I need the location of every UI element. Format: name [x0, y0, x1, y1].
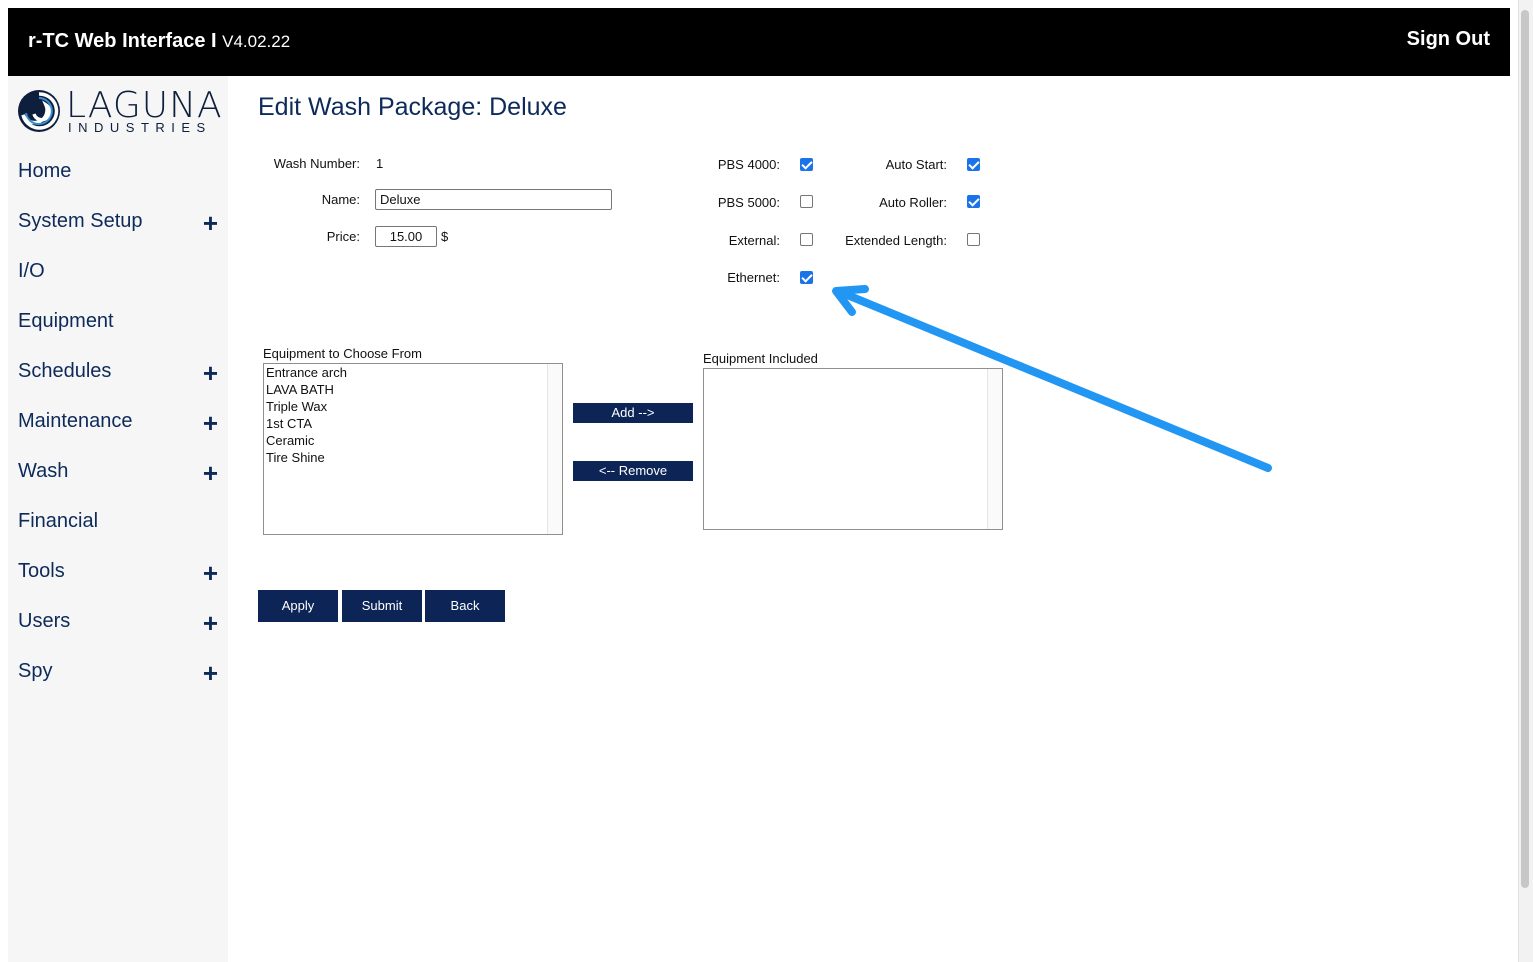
sidebar-item-label: I/O	[18, 260, 45, 282]
sidebar-item-label: Home	[18, 160, 72, 182]
sidebar-item-label: System Setup	[18, 210, 143, 232]
sidebar-item-financial[interactable]: Financial	[18, 510, 218, 540]
sidebar-item-label: Wash	[18, 460, 69, 482]
add-equipment-button[interactable]: Add -->	[573, 403, 693, 423]
swirl-logo-icon	[18, 90, 60, 132]
list-item[interactable]: Triple Wax	[266, 399, 327, 414]
top-bar: r-TC Web Interface I V4.02.22 Sign Out	[8, 8, 1510, 76]
pbs5000-checkbox[interactable]	[800, 195, 813, 208]
list-scrollbar[interactable]	[547, 364, 562, 534]
extended-length-label: Extended Length:	[845, 233, 947, 248]
sidebar-item-label: Equipment	[18, 310, 114, 332]
pbs4000-label: PBS 4000:	[717, 157, 780, 172]
expand-plus-icon[interactable]: +	[203, 660, 218, 686]
list-item[interactable]: Entrance arch	[266, 365, 347, 380]
sidebar-item-label: Maintenance	[18, 410, 133, 432]
name-input[interactable]	[375, 189, 612, 210]
back-button[interactable]: Back	[425, 590, 505, 622]
list-item[interactable]: Tire Shine	[266, 450, 325, 465]
price-unit: $	[441, 229, 449, 244]
sidebar-item-wash[interactable]: Wash +	[18, 460, 218, 490]
included-equipment-list[interactable]	[703, 368, 1003, 530]
auto-start-checkbox[interactable]	[967, 158, 980, 171]
sidebar-item-spy[interactable]: Spy +	[18, 660, 218, 690]
expand-plus-icon[interactable]: +	[203, 560, 218, 586]
available-equipment-list[interactable]: Entrance arch LAVA BATH Triple Wax 1st C…	[263, 363, 563, 535]
name-label: Name:	[321, 192, 360, 207]
logo-sub-text: INDUSTRIES	[68, 120, 212, 135]
app-version: V4.02.22	[222, 32, 291, 51]
window-scrollbar-thumb[interactable]	[1521, 10, 1529, 888]
sidebar-item-label: Financial	[18, 510, 99, 532]
list-item[interactable]: Ceramic	[266, 433, 314, 448]
sidebar-item-system-setup[interactable]: System Setup +	[18, 210, 218, 240]
available-equipment-caption: Equipment to Choose From	[263, 346, 422, 361]
list-item[interactable]: LAVA BATH	[266, 382, 334, 397]
expand-plus-icon[interactable]: +	[203, 360, 218, 386]
page-title: Edit Wash Package: Deluxe	[258, 93, 567, 121]
pbs4000-checkbox[interactable]	[800, 158, 813, 171]
sidebar-item-io[interactable]: I/O	[18, 260, 218, 290]
sidebar-item-equipment[interactable]: Equipment	[18, 310, 218, 340]
price-label: Price:	[326, 229, 360, 244]
sidebar-item-maintenance[interactable]: Maintenance +	[18, 410, 218, 440]
sidebar-item-label: Tools	[18, 560, 65, 582]
expand-plus-icon[interactable]: +	[203, 410, 218, 436]
remove-equipment-button[interactable]: <-- Remove	[573, 461, 693, 481]
sidebar-item-label: Spy	[18, 660, 53, 682]
app-title-text: r-TC Web Interface I	[28, 30, 217, 52]
list-scrollbar[interactable]	[987, 369, 1002, 529]
logo-brand-text: LAGUNA	[66, 85, 223, 126]
sidebar-item-label: Schedules	[18, 360, 112, 382]
ethernet-checkbox[interactable]	[800, 271, 813, 284]
ethernet-label: Ethernet:	[727, 270, 780, 285]
auto-roller-checkbox[interactable]	[967, 195, 980, 208]
expand-plus-icon[interactable]: +	[203, 210, 218, 236]
extended-length-checkbox[interactable]	[967, 233, 980, 246]
app-title: r-TC Web Interface I V4.02.22	[28, 30, 290, 53]
external-label: External:	[728, 233, 780, 248]
expand-plus-icon[interactable]: +	[203, 460, 218, 486]
sidebar-item-home[interactable]: Home	[18, 160, 218, 190]
expand-plus-icon[interactable]: +	[203, 610, 218, 636]
external-checkbox[interactable]	[800, 233, 813, 246]
sidebar-item-users[interactable]: Users +	[18, 610, 218, 640]
wash-number-label: Wash Number:	[273, 156, 360, 171]
pbs5000-label: PBS 5000:	[717, 195, 780, 210]
apply-button[interactable]: Apply	[258, 590, 338, 622]
list-item[interactable]: 1st CTA	[266, 416, 312, 431]
sign-out-link[interactable]: Sign Out	[1407, 28, 1490, 51]
sidebar-item-label: Users	[18, 610, 71, 632]
company-logo: LAGUNA INDUSTRIES	[16, 88, 226, 136]
sidebar-item-schedules[interactable]: Schedules +	[18, 360, 218, 390]
sidebar: LAGUNA INDUSTRIES Home System Setup + I/…	[8, 76, 228, 962]
sidebar-item-tools[interactable]: Tools +	[18, 560, 218, 590]
price-input[interactable]	[375, 226, 437, 247]
auto-start-label: Auto Start:	[885, 157, 947, 172]
auto-roller-label: Auto Roller:	[879, 195, 947, 210]
included-equipment-caption: Equipment Included	[703, 351, 818, 366]
submit-button[interactable]: Submit	[342, 590, 422, 622]
wash-number-value: 1	[376, 156, 384, 171]
